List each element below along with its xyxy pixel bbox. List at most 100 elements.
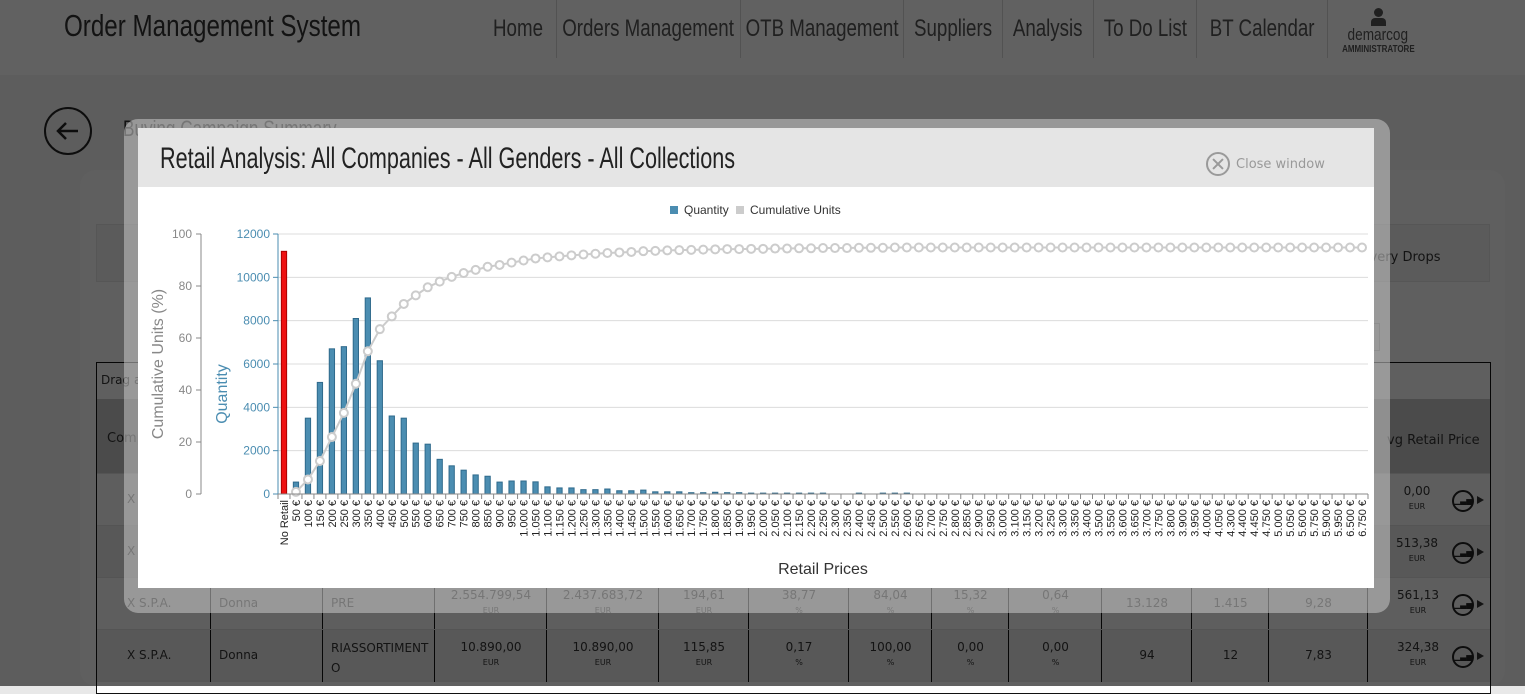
x-tick-label: 1.700 € <box>686 500 698 537</box>
x-tick-label: 700 € <box>447 500 459 528</box>
x-tick-label: 300 € <box>351 500 363 528</box>
x-tick-label: 1.000 € <box>519 500 531 537</box>
x-tick-label: 2.150 € <box>794 500 806 537</box>
cumulative-point <box>1321 242 1332 253</box>
x-tick-label: 1.850 € <box>722 500 734 537</box>
cumulative-point <box>1141 242 1152 253</box>
bar-quantity <box>460 469 467 495</box>
x-tick-label: 650 € <box>435 500 447 528</box>
x-tick-label: 1.300 € <box>590 500 602 537</box>
x-tick-label: 1.050 € <box>531 500 543 537</box>
y-axis-title: Quantity <box>214 364 231 424</box>
x-tick-label: 2.050 € <box>770 500 782 537</box>
cumulative-point <box>818 243 828 254</box>
cumulative-point <box>290 486 301 497</box>
x-tick-label: 1.400 € <box>614 500 626 537</box>
cumulative-point <box>901 242 912 253</box>
x-tick-label: 3.750 € <box>1153 500 1165 537</box>
y-tick-label: 2000 <box>243 444 270 458</box>
cumulative-point <box>1225 242 1236 253</box>
cumulative-point <box>1129 242 1140 253</box>
cumulative-point <box>1273 242 1284 253</box>
x-axis: No Retail 50 €100 €150 €200 €250 €300 €35… <box>277 493 1369 545</box>
cumulative-line <box>290 242 1368 497</box>
y-tick-label: 6000 <box>243 357 270 371</box>
cumulative-point <box>1105 242 1116 253</box>
cumulative-point <box>794 243 805 254</box>
cumulative-point <box>865 242 876 253</box>
bar-quantity <box>316 381 324 495</box>
cumulative-point <box>590 248 601 259</box>
bar-quantity <box>592 489 599 495</box>
x-tick-label: 3.150 € <box>1022 500 1034 537</box>
x-tick-label: 2.100 € <box>782 500 794 537</box>
x-tick-label: 50 € <box>291 500 303 521</box>
cumulative-point <box>698 244 709 255</box>
x-tick-label: 550 € <box>411 500 423 528</box>
bar-quantity <box>364 297 371 495</box>
x-tick-label: No Retail <box>279 500 291 545</box>
cumulative-point <box>1069 242 1080 253</box>
x-tick-label: 6.500 € <box>1345 500 1357 537</box>
cumulative-point <box>1261 242 1272 253</box>
y2-tick-label: 20 <box>179 435 193 449</box>
x-tick-label: 2.650 € <box>914 500 926 537</box>
bar-quantity <box>604 488 611 495</box>
bar-quantity <box>580 489 587 495</box>
cumulative-point <box>518 255 529 266</box>
legend-label-quantity[interactable]: Quantity <box>684 203 729 217</box>
x-tick-label: 1.550 € <box>650 500 662 537</box>
legend-label-cumulative[interactable]: Cumulative Units <box>750 203 841 217</box>
x-tick-label: 1.750 € <box>698 500 710 537</box>
x-tick-label: 200 € <box>327 500 339 528</box>
y2-tick-label: 40 <box>179 383 193 397</box>
cumulative-point <box>374 324 385 335</box>
x-tick-label: 4.000 € <box>1201 500 1213 537</box>
bar-quantity <box>388 415 395 495</box>
bar-quantity <box>556 487 563 495</box>
bar-quantity <box>484 475 491 495</box>
cumulative-point <box>1213 242 1224 253</box>
x-tick-label: 1.250 € <box>578 500 590 537</box>
bar-quantity <box>352 318 359 495</box>
cumulative-point <box>1117 242 1128 253</box>
cumulative-point <box>1009 242 1020 253</box>
close-window-button[interactable]: Close window <box>1206 152 1325 176</box>
cumulative-point <box>662 245 673 256</box>
x-tick-label: 2.450 € <box>866 500 878 537</box>
y2-tick-label: 80 <box>179 279 193 293</box>
x-tick-label: 1.600 € <box>662 500 674 537</box>
x-tick-label: 1.650 € <box>674 500 686 537</box>
x-tick-label: 2.000 € <box>758 500 770 537</box>
bar-quantity <box>400 417 407 495</box>
x-tick-label: 3.100 € <box>1010 500 1022 537</box>
x-tick-label: 4.450 € <box>1249 500 1261 537</box>
x-tick-label: 2.750 € <box>938 500 950 537</box>
cumulative-point <box>626 246 637 257</box>
bar-quantity <box>340 346 348 495</box>
x-tick-label: 1.150 € <box>554 500 566 537</box>
cumulative-point <box>578 249 589 260</box>
y-tick-label: 4000 <box>243 400 270 414</box>
cumulative-point <box>434 276 445 287</box>
cumulative-point <box>398 298 409 309</box>
bar-quantity <box>544 486 551 495</box>
cumulative-point <box>1057 242 1068 253</box>
retail-analysis-modal: Retail Analysis: All Companies - All Gen… <box>138 128 1374 588</box>
cumulative-point <box>650 245 661 256</box>
bar-quantity <box>496 481 503 495</box>
cumulative-point <box>638 246 649 257</box>
cumulative-point <box>554 251 565 262</box>
x-tick-label: 5.050 € <box>1285 500 1297 537</box>
x-tick-label: 350 € <box>363 500 375 528</box>
x-tick-label: 3.600 € <box>1117 500 1129 537</box>
x-tick-label: 2.200 € <box>806 500 818 537</box>
x-tick-label: 5.900 € <box>1321 500 1333 537</box>
x-tick-label: 1.450 € <box>626 500 638 537</box>
x-tick-label: 3.000 € <box>998 500 1010 537</box>
x-tick-label: 5.000 € <box>1273 500 1285 537</box>
cumulative-point <box>614 247 625 258</box>
x-tick-label: 3.950 € <box>1189 500 1201 537</box>
cumulative-point <box>770 243 781 254</box>
y2-tick-label: 100 <box>172 227 192 241</box>
